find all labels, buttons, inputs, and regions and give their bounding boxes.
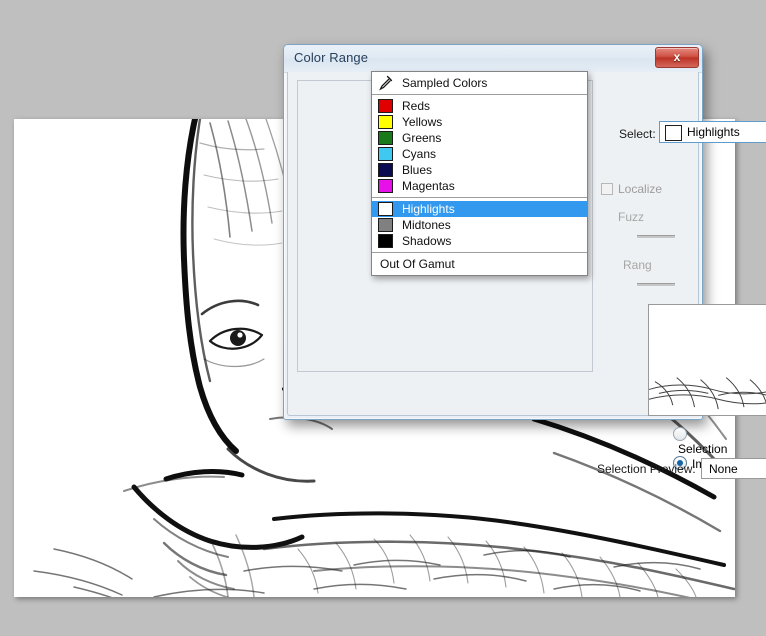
dropdown-item-label: Reds bbox=[402, 99, 431, 113]
range-label: Rang bbox=[623, 258, 652, 272]
dropdown-item-label: Blues bbox=[402, 163, 433, 177]
select-combobox[interactable]: Highlights bbox=[659, 121, 766, 143]
dropdown-separator bbox=[372, 252, 587, 253]
color-swatch bbox=[378, 115, 393, 129]
radio-selection-label: Selection bbox=[678, 442, 728, 456]
fuzziness-slider[interactable] bbox=[637, 235, 675, 238]
dropdown-item-sampled-colors[interactable]: Sampled Colors bbox=[372, 75, 587, 91]
dialog-titlebar[interactable]: Color Range x bbox=[284, 45, 702, 73]
color-swatch bbox=[378, 131, 393, 145]
dropdown-item-label: Shadows bbox=[402, 234, 452, 248]
range-slider[interactable] bbox=[637, 283, 675, 286]
dropdown-item-label: Out Of Gamut bbox=[380, 257, 455, 271]
dropdown-item-label: Highlights bbox=[402, 202, 455, 216]
dropdown-item-magentas[interactable]: Magentas bbox=[372, 178, 587, 194]
dropdown-item-reds[interactable]: Reds bbox=[372, 98, 587, 114]
dropdown-item-label: Cyans bbox=[402, 147, 437, 161]
color-swatch bbox=[378, 99, 393, 113]
select-label: Select: bbox=[619, 127, 656, 141]
fuzziness-label: Fuzz bbox=[618, 210, 645, 224]
dropdown-item-blues[interactable]: Blues bbox=[372, 162, 587, 178]
selection-preview-value: None bbox=[709, 462, 738, 476]
dropdown-item-label: Greens bbox=[402, 131, 442, 145]
dropdown-separator bbox=[372, 94, 587, 95]
color-swatch bbox=[378, 202, 393, 216]
dropdown-item-yellows[interactable]: Yellows bbox=[372, 114, 587, 130]
dropdown-item-greens[interactable]: Greens bbox=[372, 130, 587, 146]
eyedropper-icon bbox=[376, 75, 394, 91]
preview-thumbnail[interactable] bbox=[648, 304, 766, 416]
dropdown-separator bbox=[372, 197, 587, 198]
dropdown-item-label: Magentas bbox=[402, 179, 455, 193]
dropdown-item-out-of-gamut[interactable]: Out Of Gamut bbox=[372, 256, 587, 272]
dropdown-item-cyans[interactable]: Cyans bbox=[372, 146, 587, 162]
radio-selection[interactable]: Selection bbox=[673, 427, 727, 456]
select-swatch bbox=[665, 125, 682, 141]
select-value: Highlights bbox=[687, 125, 740, 139]
localized-color-clusters-label: Localize bbox=[618, 182, 663, 196]
dropdown-item-label: Sampled Colors bbox=[402, 76, 488, 90]
close-icon[interactable]: x bbox=[655, 47, 699, 68]
dropdown-item-label: Yellows bbox=[402, 115, 443, 129]
dropdown-item-shadows[interactable]: Shadows bbox=[372, 233, 587, 249]
color-swatch bbox=[378, 147, 393, 161]
radio-dot bbox=[673, 427, 687, 441]
color-swatch bbox=[378, 218, 393, 232]
select-dropdown-list[interactable]: Sampled Colors Reds Yellows Greens Cyans… bbox=[371, 71, 588, 276]
selection-preview-combobox[interactable]: None bbox=[701, 458, 766, 479]
checkbox-box bbox=[601, 183, 613, 195]
color-swatch bbox=[378, 234, 393, 248]
dialog-title: Color Range bbox=[294, 50, 369, 65]
dropdown-item-midtones[interactable]: Midtones bbox=[372, 217, 587, 233]
selection-preview-label: Selection Preview: bbox=[597, 462, 696, 476]
dropdown-item-highlights[interactable]: Highlights bbox=[372, 201, 587, 217]
color-swatch bbox=[378, 163, 393, 177]
color-swatch bbox=[378, 179, 393, 193]
dropdown-item-label: Midtones bbox=[402, 218, 451, 232]
